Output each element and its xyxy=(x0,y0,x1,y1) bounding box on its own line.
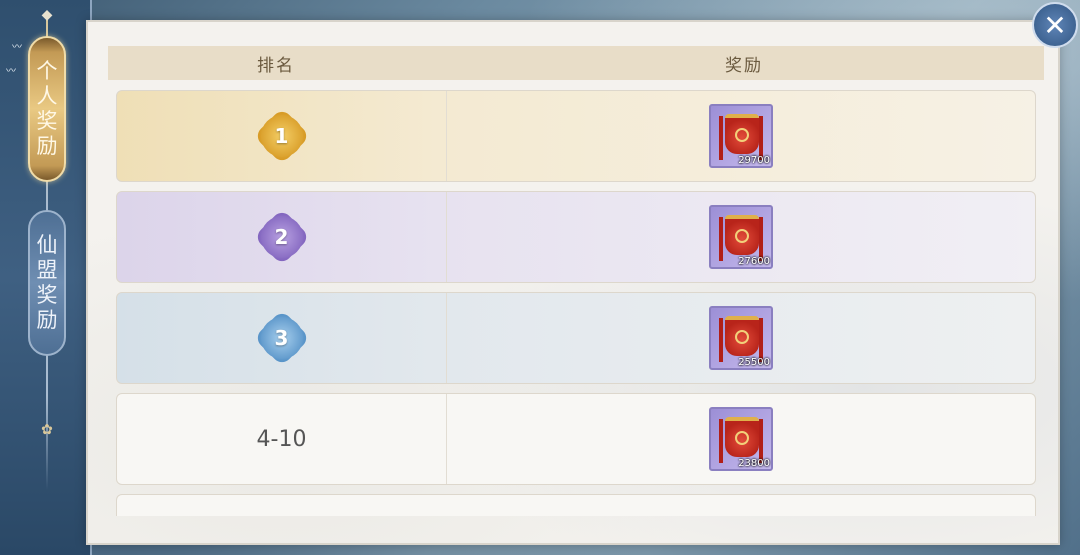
bird-icon: 〰 xyxy=(12,42,22,53)
tab-char: 励 xyxy=(36,134,58,158)
reward-cell: 27600 xyxy=(447,205,1035,269)
tab-char: 励 xyxy=(36,308,58,332)
item-count: 23800 xyxy=(738,458,770,469)
red-banner-icon[interactable]: 27600 xyxy=(709,205,773,269)
tab-char: 仙 xyxy=(36,233,58,257)
gold-medal-icon: 1 xyxy=(257,111,307,161)
tab-char: 奖 xyxy=(36,283,58,307)
lotus-icon: ✿ xyxy=(41,422,53,438)
item-count: 25500 xyxy=(738,357,770,368)
reward-panel: 排名 奖励 1 29700 2 27600 3 25500 4-10 23800 xyxy=(86,20,1060,545)
rank-range: 4-10 xyxy=(256,426,307,452)
close-button[interactable]: ✕ xyxy=(1032,2,1078,48)
reward-cell: 25500 xyxy=(447,306,1035,370)
purple-medal-icon: 2 xyxy=(257,212,307,262)
reward-cell: 29700 xyxy=(447,104,1035,168)
table-row: 4-10 23800 xyxy=(116,393,1036,485)
table-row: 3 25500 xyxy=(116,292,1036,384)
item-count: 27600 xyxy=(738,256,770,267)
item-count: 29700 xyxy=(738,155,770,166)
rank-cell: 2 xyxy=(117,192,447,282)
table-row: 1 29700 xyxy=(116,90,1036,182)
rank-cell: 4-10 xyxy=(117,394,447,484)
rank-number: 3 xyxy=(274,326,289,350)
close-icon: ✕ xyxy=(1043,8,1067,42)
tab-personal-reward[interactable]: 个 人 奖 励 xyxy=(28,36,66,182)
red-banner-icon[interactable]: 25500 xyxy=(709,306,773,370)
header-reward: 奖励 xyxy=(725,55,763,76)
rank-cell: 3 xyxy=(117,293,447,383)
side-nav: ◆ 〰 〰 ✿ 个 人 奖 励 仙 盟 奖 励 xyxy=(0,0,92,555)
red-banner-icon[interactable]: 23800 xyxy=(709,407,773,471)
header-rank: 排名 xyxy=(257,55,295,76)
table-row xyxy=(116,494,1036,516)
tab-alliance-reward[interactable]: 仙 盟 奖 励 xyxy=(28,210,66,356)
rank-cell: 1 xyxy=(117,91,447,181)
bird-icon: 〰 xyxy=(6,66,16,77)
rank-number: 2 xyxy=(274,225,289,249)
tab-char: 盟 xyxy=(36,258,58,282)
tab-char: 奖 xyxy=(36,109,58,133)
rank-number: 1 xyxy=(274,124,289,148)
reward-cell: 23800 xyxy=(447,407,1035,471)
tab-char: 个 xyxy=(36,59,58,83)
ornament-icon: ◆ xyxy=(41,7,53,23)
table-row: 2 27600 xyxy=(116,191,1036,283)
tab-char: 人 xyxy=(36,84,58,108)
red-banner-icon[interactable]: 29700 xyxy=(709,104,773,168)
table-header: 排名 奖励 xyxy=(108,46,1044,80)
blue-medal-icon: 3 xyxy=(257,313,307,363)
